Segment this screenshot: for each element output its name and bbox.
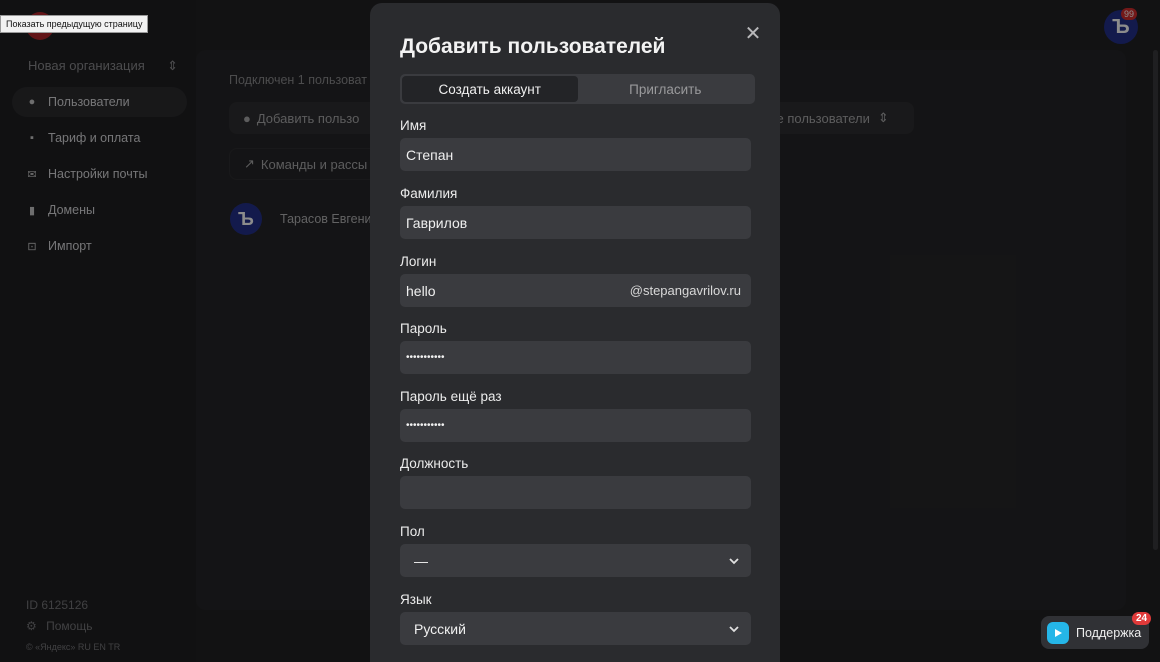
gender-label: Пол bbox=[400, 524, 425, 539]
position-input[interactable] bbox=[406, 484, 741, 501]
login-input[interactable] bbox=[406, 282, 630, 299]
support-icon bbox=[1047, 621, 1069, 644]
language-value: Русский bbox=[414, 620, 466, 637]
first-name-label: Имя bbox=[400, 118, 427, 133]
modal-title: Добавить пользователей bbox=[400, 35, 666, 58]
chevron-down-icon bbox=[729, 625, 739, 632]
back-tooltip: Показать предыдущую страницу bbox=[0, 15, 149, 33]
login-field[interactable]: @stepangavrilov.ru bbox=[400, 274, 751, 307]
last-name-field[interactable] bbox=[400, 206, 751, 239]
password-repeat-field[interactable]: ••••••••••• bbox=[400, 409, 751, 442]
first-name-input[interactable] bbox=[406, 146, 741, 163]
last-name-label: Фамилия bbox=[400, 186, 458, 201]
mode-tabs: Создать аккаунт Пригласить bbox=[400, 74, 755, 104]
gender-select[interactable]: — bbox=[400, 544, 751, 577]
language-label: Язык bbox=[400, 592, 432, 607]
language-select[interactable]: Русский bbox=[400, 612, 751, 645]
password-label: Пароль bbox=[400, 321, 447, 336]
position-label: Должность bbox=[400, 456, 469, 471]
password-value[interactable]: ••••••••••• bbox=[406, 352, 445, 363]
password-repeat-value[interactable]: ••••••••••• bbox=[406, 420, 445, 431]
position-field[interactable] bbox=[400, 476, 751, 509]
password-field[interactable]: ••••••••••• bbox=[400, 341, 751, 374]
tab-invite[interactable]: Пригласить bbox=[578, 76, 754, 102]
password-repeat-label: Пароль ещё раз bbox=[400, 389, 502, 404]
login-label: Логин bbox=[400, 254, 437, 269]
last-name-input[interactable] bbox=[406, 214, 741, 231]
chevron-down-icon bbox=[729, 557, 739, 564]
first-name-field[interactable] bbox=[400, 138, 751, 171]
login-domain: @stepangavrilov.ru bbox=[629, 283, 741, 298]
close-icon[interactable]: ✕ bbox=[744, 24, 762, 44]
support-label: Поддержка bbox=[1076, 625, 1142, 640]
add-users-modal: Добавить пользователей ✕ Создать аккаунт… bbox=[370, 3, 780, 662]
support-badge: 24 bbox=[1132, 612, 1152, 625]
tab-create-account[interactable]: Создать аккаунт bbox=[402, 76, 578, 102]
gender-value: — bbox=[414, 552, 428, 569]
